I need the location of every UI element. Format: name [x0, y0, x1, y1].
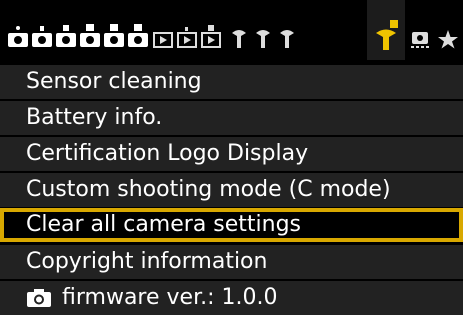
setup-tab-icon	[280, 30, 294, 48]
menu-tab-bar	[0, 0, 463, 60]
menu-item-label: Certification Logo Display	[26, 141, 309, 166]
tab-playback-1[interactable]	[152, 0, 174, 60]
tab-setup-2[interactable]	[252, 0, 274, 60]
menu-item-custom-shooting-mode[interactable]: Custom shooting mode (C mode)	[0, 173, 463, 207]
tab-shooting-1[interactable]	[6, 0, 28, 60]
tab-setup-3[interactable]	[276, 0, 298, 60]
camera-shooting-tab-icon	[104, 24, 124, 47]
tab-custom-functions[interactable]	[408, 0, 432, 60]
setup-tab-icon	[232, 30, 246, 48]
tab-setup-1[interactable]	[228, 0, 250, 60]
camera-shooting-tab-icon	[56, 25, 76, 47]
tab-my-menu[interactable]	[436, 0, 460, 60]
tab-playback-2[interactable]	[176, 0, 198, 60]
menu-item-label: Clear all camera settings	[26, 212, 302, 237]
setup-menu-list: Sensor cleaning Battery info. Certificat…	[0, 60, 463, 315]
playback-tab-icon	[153, 32, 173, 48]
menu-item-label: Custom shooting mode (C mode)	[26, 177, 391, 202]
tab-playback-3[interactable]	[200, 0, 222, 60]
my-menu-star-icon	[438, 30, 458, 49]
playback-tab-icon	[177, 27, 197, 48]
playback-tab-icon	[201, 25, 221, 48]
menu-item-battery-info[interactable]: Battery info.	[0, 101, 463, 135]
menu-item-certification-logo-display[interactable]: Certification Logo Display	[0, 137, 463, 171]
tab-shooting-5[interactable]	[102, 0, 124, 60]
tab-setup-4[interactable]	[374, 0, 400, 60]
menu-item-firmware-version[interactable]: firmware ver.: 1.0.0	[0, 281, 463, 315]
camera-shooting-tab-icon	[32, 26, 52, 47]
menu-item-sensor-cleaning[interactable]: Sensor cleaning	[0, 65, 463, 99]
setup-tab-icon	[376, 20, 398, 50]
tab-shooting-3[interactable]	[54, 0, 76, 60]
camera-shooting-tab-icon	[80, 24, 100, 47]
menu-item-copyright-information[interactable]: Copyright information	[0, 245, 463, 279]
tab-shooting-6[interactable]	[126, 0, 148, 60]
menu-item-label: Battery info.	[26, 105, 163, 130]
custom-functions-tab-icon	[411, 32, 429, 48]
camera-shooting-tab-icon	[8, 26, 28, 47]
camera-icon	[27, 289, 51, 307]
camera-shooting-tab-icon	[128, 24, 148, 47]
setup-tab-icon	[256, 30, 270, 48]
tab-shooting-4[interactable]	[78, 0, 100, 60]
menu-item-label: firmware ver.: 1.0.0	[62, 285, 278, 310]
tab-shooting-2[interactable]	[30, 0, 52, 60]
menu-item-clear-all-camera-settings[interactable]: Clear all camera settings	[0, 208, 463, 242]
menu-item-label: Sensor cleaning	[26, 69, 202, 94]
menu-item-label: Copyright information	[26, 249, 268, 274]
